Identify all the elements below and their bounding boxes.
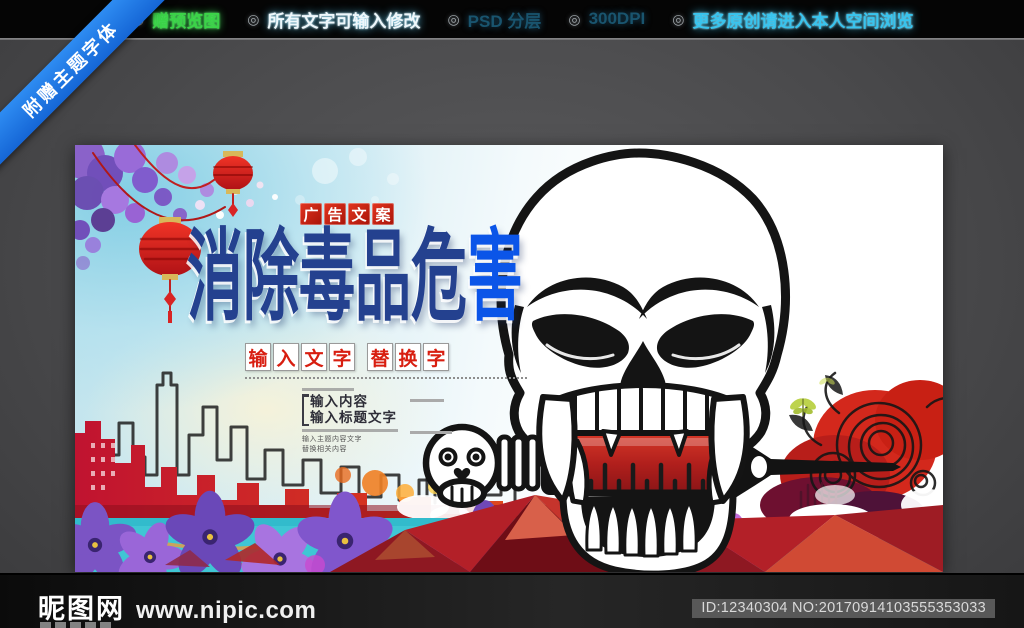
- bullet-icon: ◎: [672, 10, 685, 27]
- poster-artwork: [75, 145, 943, 572]
- grid-group-2: 替 换 字: [367, 343, 449, 371]
- bullet-icon: ◎: [247, 10, 260, 27]
- feature-item-psd-layers: ◎ PSD 分层: [447, 7, 541, 32]
- input-grid-boxes: 输 入 文 字 替 换 字: [245, 343, 449, 371]
- grid-char: 输: [245, 343, 271, 371]
- poster-title: 消除毒品危害: [187, 227, 523, 329]
- bullet-icon: ◎: [447, 10, 460, 27]
- site-logo[interactable]: 昵图网: [38, 587, 125, 626]
- site-url[interactable]: www.nipic.com: [136, 597, 316, 625]
- feature-item-editable-text: ◎ 所有文字可输入修改: [247, 7, 420, 32]
- copy-line-3: 输入主题内容文字: [302, 436, 362, 444]
- micro-text-bar: [410, 431, 452, 434]
- grid-char: 字: [423, 343, 449, 371]
- micro-text-bar: [302, 429, 398, 433]
- watermark-id: ID:12340304 NO:20170914103555353033: [692, 599, 995, 618]
- grid-char: 替: [367, 343, 393, 371]
- bokeh-dots: [295, 148, 399, 205]
- grid-char: 字: [329, 343, 355, 371]
- feature-label: PSD 分层: [467, 11, 542, 31]
- feature-label: 所有文字可输入修改: [267, 11, 421, 31]
- bullet-icon: ◎: [568, 10, 581, 27]
- footer-bar: 昵图网 www.nipic.com ID:12340304 NO:2017091…: [0, 573, 1024, 628]
- copy-block: 输入内容 输入标题文字 输入主题内容文字 替换相关内容: [301, 385, 462, 454]
- micro-text-bar: [302, 388, 354, 391]
- cropped-text-row: [40, 622, 111, 628]
- micro-text-bar: [410, 399, 444, 402]
- feature-label: 300DPI: [588, 9, 646, 28]
- grid-char: 换: [395, 343, 421, 371]
- feature-item-300dpi: ◎ 300DPI: [568, 9, 645, 29]
- poster-preview-image[interactable]: 广 告 文 案 消除毒品危害 输 入 文 字 替 换 字 输入内容 输入标题文字…: [75, 145, 943, 572]
- title-main: 消除毒品危: [187, 222, 467, 333]
- grid-char: 入: [273, 343, 299, 371]
- dashed-rule: [245, 377, 527, 379]
- grid-group-1: 输 入 文 字: [245, 343, 355, 371]
- copy-line-2: 输入标题文字: [310, 410, 397, 426]
- title-accent-char: 害: [467, 222, 523, 333]
- copy-line-4: 替换相关内容: [302, 445, 347, 453]
- grid-char: 文: [301, 343, 327, 371]
- feature-label: 更多原创请进入本人空间浏览: [692, 11, 914, 31]
- template-preview-page: ◎ 赠预览图 ◎ 所有文字可输入修改 ◎ PSD 分层 ◎ 300DPI ◎ 更…: [0, 0, 1024, 628]
- feature-label: 赠预览图: [152, 11, 221, 31]
- copy-line-1: 输入内容: [310, 394, 368, 409]
- feature-link-more-originals[interactable]: ◎ 更多原创请进入本人空间浏览: [672, 7, 913, 32]
